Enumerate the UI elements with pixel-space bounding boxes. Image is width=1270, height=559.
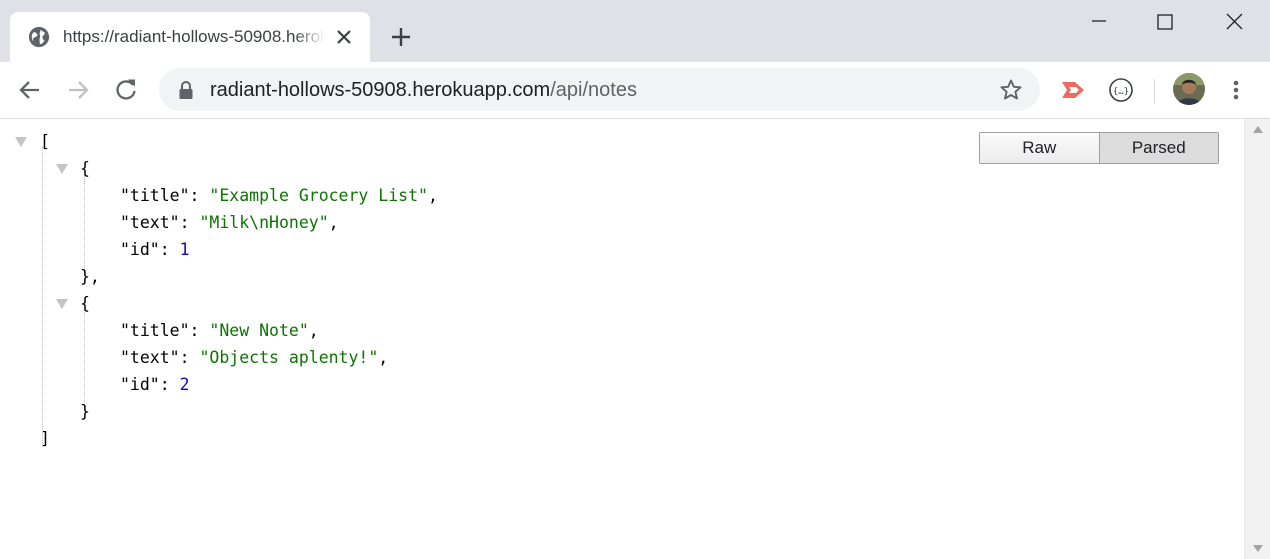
scroll-up-arrow-icon[interactable] xyxy=(1253,126,1263,133)
json-formatter-icon[interactable]: {…} xyxy=(1107,76,1135,104)
json-key: "text" xyxy=(120,213,180,232)
json-line: "text": "Milk\nHoney", xyxy=(120,213,339,232)
json-key: "id" xyxy=(120,240,160,259)
scroll-down-arrow-icon[interactable] xyxy=(1253,545,1263,552)
new-tab-icon[interactable] xyxy=(389,25,413,49)
object-guide-1 xyxy=(84,174,85,274)
browser-toolbar: radiant-hollows-50908.herokuapp.com/api/… xyxy=(0,62,1270,119)
vertical-scrollbar[interactable] xyxy=(1244,119,1270,559)
json-line: { xyxy=(80,294,90,313)
parsed-button[interactable]: Parsed xyxy=(1099,133,1218,163)
json-string: "Milk\nHoney" xyxy=(199,213,329,232)
browser-titlebar: https://radiant-hollows-50908.herokuapp.… xyxy=(0,0,1270,62)
json-line: "text": "Objects aplenty!", xyxy=(120,348,389,367)
json-string: "Objects aplenty!" xyxy=(199,348,379,367)
address-bar[interactable]: radiant-hollows-50908.herokuapp.com/api/… xyxy=(159,68,1040,111)
globe-icon xyxy=(28,26,50,48)
url-text[interactable]: radiant-hollows-50908.herokuapp.com/api/… xyxy=(210,78,637,102)
json-line: }, xyxy=(80,267,100,286)
json-line: "id": 1 xyxy=(120,240,190,259)
menu-kebab-icon[interactable] xyxy=(1226,76,1246,104)
url-host: radiant-hollows-50908.herokuapp.com xyxy=(210,79,551,101)
json-string: "Example Grocery List" xyxy=(209,186,428,205)
json-number: 2 xyxy=(179,375,190,394)
active-tab[interactable]: https://radiant-hollows-50908.herokuapp.… xyxy=(10,12,370,62)
json-line: ] xyxy=(40,429,50,448)
raw-parsed-toggle: Raw Parsed xyxy=(979,132,1219,164)
toolbar-divider xyxy=(1154,79,1155,103)
json-line: { xyxy=(80,159,90,178)
json-line: } xyxy=(80,402,90,421)
json-key: "title" xyxy=(120,321,190,340)
json-number: 1 xyxy=(179,240,190,259)
url-path: /api/notes xyxy=(550,79,637,101)
lock-icon[interactable] xyxy=(177,80,195,100)
tab-title: https://radiant-hollows-50908.herokuapp.… xyxy=(63,27,325,46)
collapse-object-toggle[interactable] xyxy=(56,164,68,174)
bookmark-star-icon[interactable] xyxy=(999,78,1023,102)
avatar-icon xyxy=(1173,73,1205,105)
minimize-icon[interactable] xyxy=(1076,8,1122,38)
json-key: "id" xyxy=(120,375,160,394)
collapse-object-toggle[interactable] xyxy=(56,299,68,309)
json-line: "title": "New Note", xyxy=(120,321,319,340)
profile-avatar[interactable] xyxy=(1173,73,1205,105)
close-window-icon[interactable] xyxy=(1211,8,1257,38)
json-string: "New Note" xyxy=(209,321,309,340)
array-guide xyxy=(42,147,43,447)
maximize-icon[interactable] xyxy=(1142,8,1188,38)
json-key: "title" xyxy=(120,186,190,205)
svg-text:{…}: {…} xyxy=(1113,87,1129,97)
collapse-array-toggle[interactable] xyxy=(15,137,27,147)
json-key: "text" xyxy=(120,348,180,367)
reload-icon[interactable] xyxy=(112,76,140,104)
raw-button[interactable]: Raw xyxy=(980,133,1100,163)
json-line: [ xyxy=(40,132,50,151)
json-line: "id": 2 xyxy=(120,375,190,394)
back-arrow-icon[interactable] xyxy=(16,76,44,104)
page-content: [ { "title": "Example Grocery List", "te… xyxy=(0,119,1244,559)
forward-arrow-icon[interactable] xyxy=(64,76,92,104)
object-guide-2 xyxy=(84,309,85,409)
json-line: "title": "Example Grocery List", xyxy=(120,186,438,205)
extension-icon[interactable] xyxy=(1059,76,1087,104)
close-tab-icon[interactable] xyxy=(335,28,353,46)
